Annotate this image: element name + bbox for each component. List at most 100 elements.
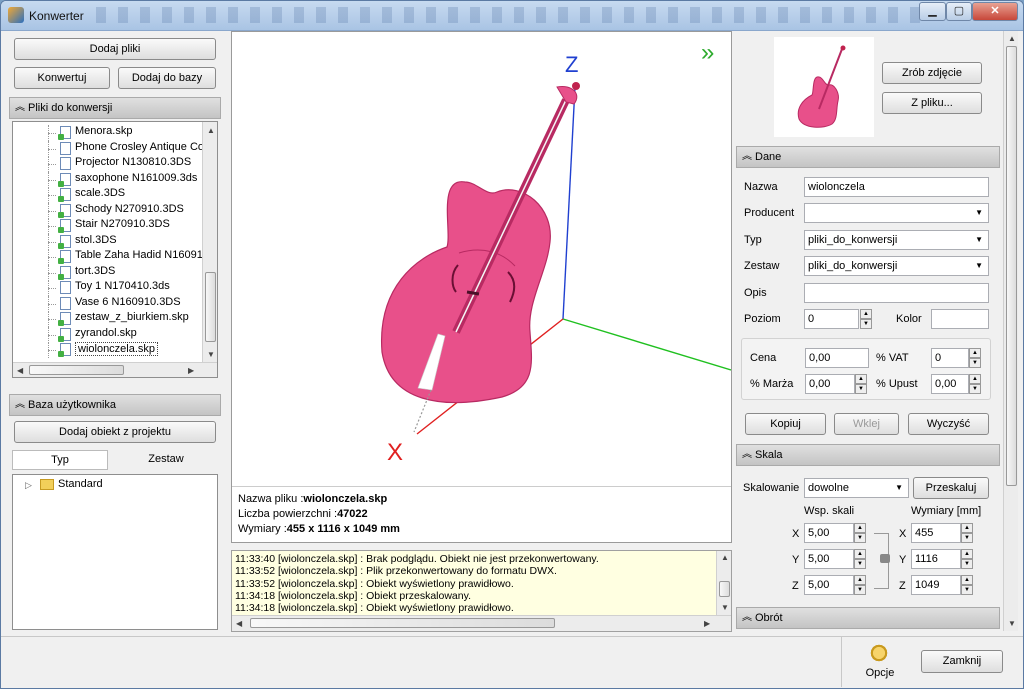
file-list-item[interactable]: scale.3DS <box>13 187 202 203</box>
paste-button[interactable]: Wklej <box>834 413 899 435</box>
axis-y-line <box>562 318 731 371</box>
file-list-item[interactable]: Vase 6 N160910.3DS <box>13 295 202 312</box>
scale-section-header[interactable]: ︽ Skala <box>736 444 1000 466</box>
name-field[interactable]: wiolonczela <box>804 177 989 197</box>
from-file-button[interactable]: Z pliku... <box>882 92 982 114</box>
file-list-item[interactable]: zestaw_z_biurkiem.skp <box>13 311 202 327</box>
file-icon <box>60 296 71 310</box>
set-select[interactable]: pliki_do_konwersji <box>804 256 989 276</box>
add-to-db-button[interactable]: Dodaj do bazy <box>118 67 216 89</box>
log-vscroll-thumb[interactable] <box>719 581 730 597</box>
file-name-label: Nazwa pliku : <box>238 493 304 505</box>
dim-z-stepper[interactable]: ▲ ▼ <box>961 575 973 595</box>
add-files-button[interactable]: Dodaj pliki <box>14 38 216 60</box>
take-photo-button[interactable]: Zrób zdjęcie <box>882 62 982 84</box>
clear-button[interactable]: Wyczyść <box>908 413 989 435</box>
scroll-up-icon[interactable]: ▲ <box>207 126 215 135</box>
scroll-right-icon[interactable]: ▶ <box>704 619 710 628</box>
options-button[interactable]: Opcje <box>858 641 902 685</box>
file-list-item[interactable]: Phone Crosley Antique Cou <box>13 140 202 157</box>
scroll-left-icon[interactable]: ◀ <box>17 366 23 375</box>
scale-x-stepper[interactable]: ▲ ▼ <box>854 523 866 543</box>
discount-stepper[interactable]: ▲ ▼ <box>969 374 981 394</box>
close-button[interactable]: Zamknij <box>921 650 1003 673</box>
scroll-up-icon[interactable]: ▲ <box>1008 34 1016 43</box>
file-list-item[interactable]: Projector N130810.3DS <box>13 156 202 172</box>
dim-z-field[interactable]: 1049 <box>911 575 961 595</box>
scale-y-stepper[interactable]: ▲ ▼ <box>854 549 866 569</box>
level-field[interactable]: 0 <box>804 309 859 329</box>
scroll-right-icon[interactable]: ▶ <box>188 366 194 375</box>
convert-button[interactable]: Konwertuj <box>14 67 110 89</box>
data-section-header[interactable]: ︽ Dane <box>736 146 1000 168</box>
file-list-item[interactable]: saxophone N161009.3ds <box>13 171 202 188</box>
scroll-down-icon[interactable]: ▼ <box>207 350 215 359</box>
tree-connector <box>48 241 56 243</box>
log-line: 11:33:52 [wiolonczela.skp] : Plik przeko… <box>235 565 557 578</box>
file-list-item[interactable]: Table Zaha Hadid N160910 <box>13 249 202 265</box>
file-list-item[interactable]: Stair N270910.3DS <box>13 218 202 234</box>
margin-field[interactable]: 0,00 <box>805 374 855 394</box>
file-list-item[interactable]: Toy 1 N170410.3ds <box>13 280 202 296</box>
file-list-item[interactable]: Schody N270910.3DS <box>13 202 202 219</box>
add-from-project-button[interactable]: Dodaj obiekt z projektu <box>14 421 216 443</box>
producer-select[interactable] <box>804 203 989 223</box>
right-panel-vscroll[interactable]: ▲ ▼ <box>1003 31 1018 631</box>
file-list-item[interactable]: wiolonczela.skp <box>13 342 202 358</box>
scale-x-field[interactable]: 5,00 <box>804 523 854 543</box>
vat-stepper[interactable]: ▲ ▼ <box>969 348 981 368</box>
log-vscroll[interactable]: ▲ ▼ <box>716 551 731 615</box>
discount-field[interactable]: 0,00 <box>931 374 969 394</box>
close-window-button[interactable]: ✕ <box>972 2 1018 21</box>
expand-panel-icon[interactable]: » <box>701 39 714 66</box>
right-panel-thumb[interactable] <box>1006 46 1017 486</box>
dim-x-field[interactable]: 455 <box>911 523 961 543</box>
scale-z-stepper[interactable]: ▲ ▼ <box>854 575 866 595</box>
lock-icon[interactable] <box>880 554 890 563</box>
log-hscroll-thumb[interactable] <box>250 618 555 628</box>
scroll-down-icon[interactable]: ▼ <box>721 603 729 612</box>
scale-z-field[interactable]: 5,00 <box>804 575 854 595</box>
tree-expand-icon[interactable]: ▷ <box>25 480 32 491</box>
tree-root-label[interactable]: Standard <box>58 478 103 490</box>
files-hscroll[interactable]: ◀ ▶ <box>13 362 217 377</box>
type-select[interactable]: pliki_do_konwersji <box>804 230 989 250</box>
level-stepper[interactable]: ▲ ▼ <box>860 309 872 329</box>
file-list-item[interactable]: stol.3DS <box>13 233 202 250</box>
tab-set[interactable]: Zestaw <box>118 450 214 470</box>
scroll-up-icon[interactable]: ▲ <box>721 553 729 562</box>
color-field[interactable] <box>931 309 989 329</box>
desc-field[interactable] <box>804 283 989 303</box>
tab-type[interactable]: Typ <box>12 450 108 470</box>
rotation-section-title: Obrót <box>755 612 783 624</box>
maximize-button[interactable]: ▢ <box>946 2 972 21</box>
dim-y-field[interactable]: 1116 <box>911 549 961 569</box>
files-section-header[interactable]: ︽ Pliki do konwersji <box>9 97 221 119</box>
price-field[interactable]: 0,00 <box>805 348 869 368</box>
rotation-section-header[interactable]: ︽ Obrót <box>736 607 1000 629</box>
scale-y-field[interactable]: 5,00 <box>804 549 854 569</box>
scaling-select[interactable]: dowolne <box>804 478 909 498</box>
files-hscroll-thumb[interactable] <box>29 365 124 375</box>
files-vscroll-thumb[interactable] <box>205 272 216 342</box>
file-list-item[interactable]: tort.3DS <box>13 264 202 281</box>
files-vscroll[interactable]: ▲ ▼ <box>202 122 217 362</box>
tree-connector <box>48 319 56 320</box>
dim-x-stepper[interactable]: ▲ ▼ <box>961 523 973 543</box>
viewport-3d[interactable]: Z X » <box>232 32 731 487</box>
margin-stepper[interactable]: ▲ ▼ <box>855 374 867 394</box>
scroll-left-icon[interactable]: ◀ <box>236 619 242 628</box>
file-icon <box>58 219 71 233</box>
copy-button[interactable]: Kopiuj <box>745 413 826 435</box>
minimize-button[interactable]: ▁ <box>919 2 946 21</box>
file-list-item[interactable]: Menora.skp <box>13 125 202 141</box>
vat-field[interactable]: 0 <box>931 348 969 368</box>
scroll-down-icon[interactable]: ▼ <box>1008 619 1016 628</box>
set-label: Zestaw <box>744 260 780 272</box>
rescale-button[interactable]: Przeskaluj <box>913 477 989 499</box>
user-db-section-header[interactable]: ︽ Baza użytkownika <box>9 394 221 416</box>
log-hscroll[interactable]: ◀ ▶ <box>232 615 731 631</box>
file-name: stol.3DS <box>75 233 117 246</box>
dim-y-stepper[interactable]: ▲ ▼ <box>961 549 973 569</box>
file-list-item[interactable]: zyrandol.skp <box>13 326 202 343</box>
